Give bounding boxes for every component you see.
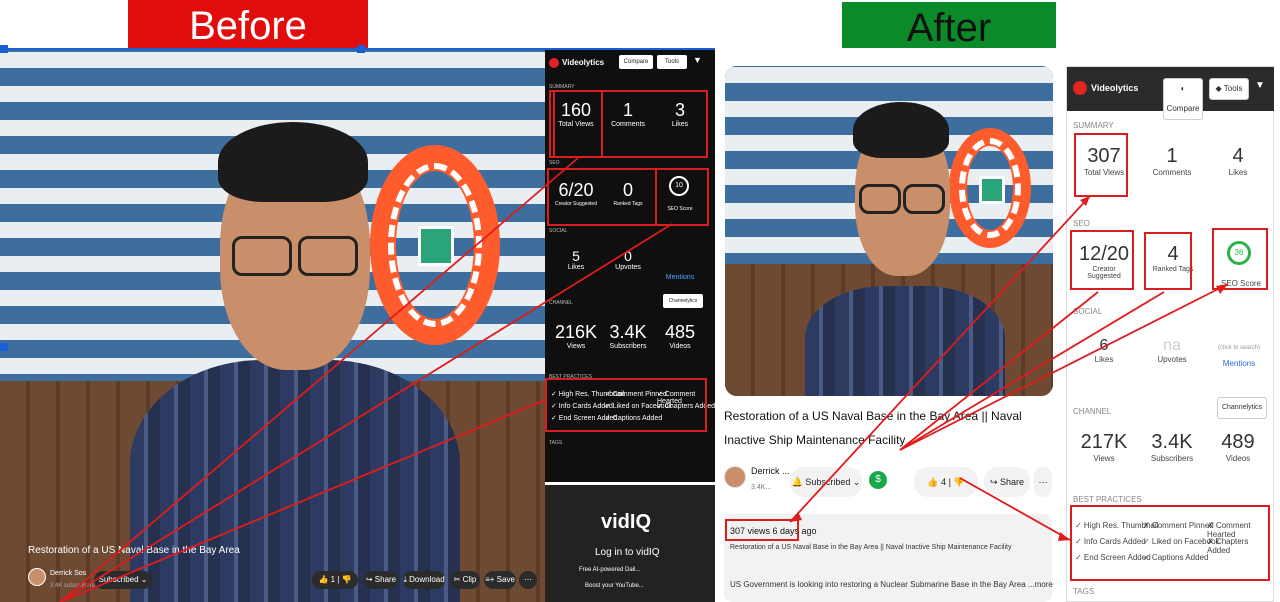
before-share-button[interactable]: ↪ Share bbox=[364, 571, 398, 589]
before-tools-button[interactable]: Tools bbox=[657, 55, 687, 69]
sign-board bbox=[979, 176, 1005, 204]
before-brand: Videolytics bbox=[562, 58, 605, 67]
stat-label: Subscribers bbox=[609, 343, 647, 350]
selection-handle[interactable] bbox=[357, 45, 365, 53]
videolytics-logo-icon bbox=[1073, 81, 1087, 95]
before-channel-subs: 3.4K subscribers bbox=[50, 583, 95, 589]
highlight-best-practices bbox=[1070, 505, 1270, 581]
before-save-button[interactable]: ≡+ Save bbox=[484, 571, 516, 589]
videolytics-logo-icon bbox=[549, 58, 559, 68]
before-social-label: SOCIAL bbox=[549, 228, 568, 234]
vidiq-logo: vidIQ bbox=[601, 511, 652, 533]
after-brand: Videolytics bbox=[1091, 83, 1139, 93]
stat-label: Likes bbox=[1094, 355, 1114, 364]
before-compare-button[interactable]: Compare bbox=[619, 55, 653, 69]
stat-value: 489 bbox=[1221, 431, 1255, 453]
after-subscribed-button[interactable]: 🔔 Subscribed ⌄ bbox=[790, 467, 862, 497]
stat-value: 485 bbox=[664, 322, 696, 342]
stat-value: 6 bbox=[1099, 337, 1109, 354]
before-channel-name[interactable]: Derrick Sos bbox=[50, 570, 86, 577]
before-banner: Before bbox=[128, 0, 368, 48]
after-avatar[interactable] bbox=[724, 466, 746, 488]
mentions-link[interactable]: Mentions bbox=[1207, 359, 1271, 368]
highlight-summary bbox=[549, 90, 708, 158]
subscribed-label: Subscribed bbox=[98, 575, 139, 584]
before-seo-label: SEO bbox=[549, 160, 560, 166]
stat-label: Subscribers bbox=[1150, 454, 1194, 463]
selection-handle[interactable] bbox=[0, 45, 8, 53]
after-more-button[interactable]: ⋯ bbox=[1034, 467, 1052, 497]
after-channelytics-button[interactable]: Channelytics bbox=[1217, 397, 1267, 419]
after-banner: After bbox=[842, 2, 1056, 48]
stat-label: Comments bbox=[1152, 168, 1192, 177]
stat-value: 5 bbox=[572, 248, 580, 264]
stat-label: Upvotes bbox=[615, 264, 641, 271]
after-seo-label: SEO bbox=[1073, 219, 1090, 228]
highlight-ranked-tags bbox=[1144, 232, 1192, 290]
highlight-views-meta bbox=[725, 519, 799, 541]
after-desc1: Restoration of a US Naval Base in the Ba… bbox=[730, 544, 1012, 551]
after-tools-button[interactable]: ◆ Tools bbox=[1209, 78, 1249, 100]
after-menu-chevron-icon[interactable]: ▼ bbox=[1255, 80, 1265, 91]
stat-label: Likes bbox=[567, 264, 585, 271]
highlight-best-practices bbox=[545, 378, 707, 432]
vidiq-login[interactable]: Log in to vidIQ bbox=[595, 547, 659, 558]
after-like-button[interactable]: 👍 4 | 👎 bbox=[914, 467, 978, 497]
click-to-search-link[interactable]: (click to search) bbox=[1207, 345, 1271, 351]
after-banner-text: After bbox=[906, 6, 992, 48]
highlight-creator-suggested bbox=[1070, 230, 1134, 290]
stat-value: 3.4K bbox=[609, 322, 647, 342]
before-menu-chevron-icon[interactable]: ▼ bbox=[693, 55, 702, 65]
stat-label: Videos bbox=[669, 343, 691, 350]
after-summary-label: SUMMARY bbox=[1073, 121, 1114, 130]
before-clip-button[interactable]: ✂ Clip bbox=[450, 571, 480, 589]
sign-board bbox=[418, 226, 454, 266]
subscribed-label: Subscribed bbox=[805, 477, 851, 487]
after-channel-subs: 3.4K... bbox=[751, 484, 772, 491]
before-tags-label: TAGS bbox=[549, 440, 563, 446]
stat-label: Views bbox=[1093, 454, 1115, 463]
highlight-seo-score bbox=[1212, 228, 1268, 290]
after-desc2: US Government is looking into restoring … bbox=[730, 580, 1053, 589]
vidiq-card[interactable]: vidIQ Log in to vidIQ Free AI-powered Da… bbox=[545, 485, 715, 602]
selection-handle[interactable] bbox=[0, 343, 8, 351]
after-share-button[interactable]: ↪ Share bbox=[984, 467, 1030, 497]
stat-label: Likes bbox=[1228, 168, 1248, 177]
stat-value: 1 bbox=[1166, 145, 1178, 167]
highlight-seo-score bbox=[655, 168, 709, 226]
stat-label: Videos bbox=[1225, 454, 1251, 463]
before-subscribed-button[interactable]: Subscribed ⌄ bbox=[94, 571, 152, 589]
after-channel-label: CHANNEL bbox=[1073, 407, 1112, 416]
stat-value: 217K bbox=[1080, 431, 1128, 453]
vidiq-line2: Boost your YouTube... bbox=[585, 583, 644, 589]
after-channel-name[interactable]: Derrick ... bbox=[751, 466, 790, 476]
after-social-label: SOCIAL bbox=[1073, 307, 1103, 316]
mentions-link[interactable]: Mentions bbox=[657, 274, 703, 281]
stat-value: 3.4K bbox=[1151, 431, 1193, 453]
vidiq-line1: Free AI-powered Dail... bbox=[579, 567, 641, 573]
before-channel-label: CHANNEL bbox=[549, 300, 573, 306]
before-video-title: Restoration of a US Naval Base in the Ba… bbox=[28, 545, 240, 556]
before-avatar[interactable] bbox=[28, 568, 46, 586]
after-video-frame[interactable] bbox=[725, 66, 1053, 396]
dollar-icon[interactable]: $ bbox=[869, 471, 887, 489]
stat-value: na bbox=[1163, 337, 1181, 354]
after-video-title: Restoration of a US Naval Base in the Ba… bbox=[724, 409, 1022, 447]
after-tags-label: TAGS bbox=[1073, 587, 1095, 596]
before-like-button[interactable]: 👍 1 | 👎 bbox=[312, 571, 358, 589]
stat-label: Views bbox=[566, 343, 586, 350]
before-video-frame[interactable] bbox=[0, 50, 545, 602]
before-banner-text: Before bbox=[189, 4, 307, 48]
highlight-total-views bbox=[1074, 133, 1128, 197]
after-compare-button[interactable]: ◐ Compare bbox=[1163, 78, 1203, 120]
stat-value: 4 bbox=[1232, 145, 1244, 167]
stat-value: 216K bbox=[554, 322, 598, 342]
stat-label: Upvotes bbox=[1157, 355, 1187, 364]
before-download-button[interactable]: ⤓ Download bbox=[403, 571, 445, 589]
before-more-button[interactable]: ⋯ bbox=[519, 571, 537, 589]
after-bp-label: BEST PRACTICES bbox=[1073, 495, 1142, 504]
stat-value: 0 bbox=[624, 248, 632, 264]
before-channelytics-button[interactable]: Channelytics bbox=[663, 294, 703, 308]
